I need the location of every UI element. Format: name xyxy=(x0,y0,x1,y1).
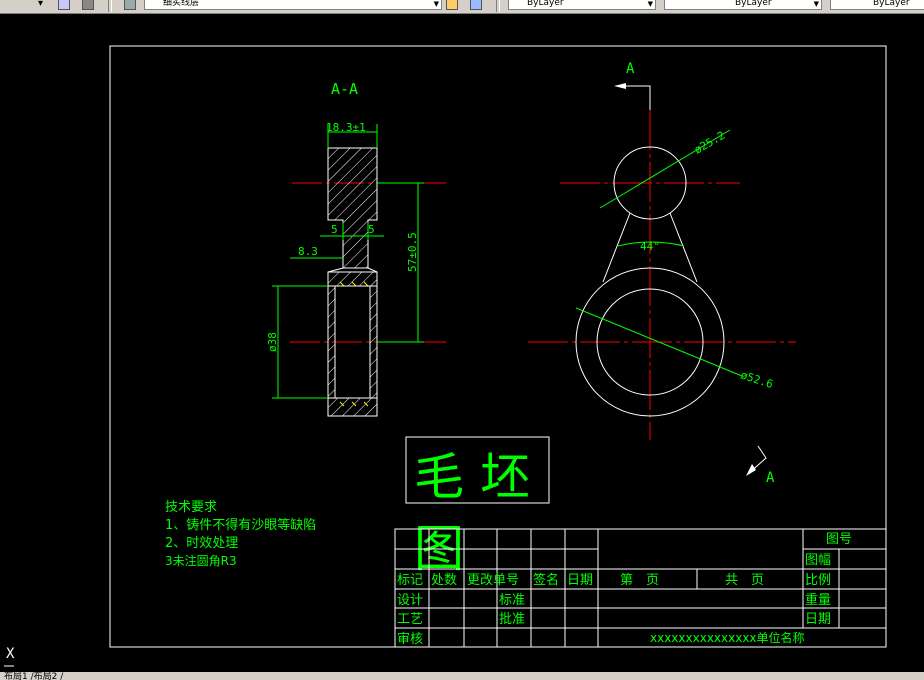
dim-slot-left: 5 xyxy=(331,223,338,236)
tb-total-pages: 共 页 xyxy=(725,573,764,588)
dim-width-top: 18.3±1 xyxy=(326,121,366,134)
dim-center-distance: 57±0.5 xyxy=(406,232,419,272)
lower-wall-left xyxy=(327,285,336,399)
tb-process: 工艺 xyxy=(397,612,423,627)
layout-tabs-bar: 布局1 /布局2 / xyxy=(0,672,924,680)
tb-unit-name: xxxxxxxxxxxxxxx单位名称 xyxy=(650,630,805,645)
lower-top-flange xyxy=(327,271,378,287)
web-section xyxy=(342,235,369,269)
tb-change-doc: 更改单号 xyxy=(467,573,519,588)
dim-angle: 44° xyxy=(640,240,660,253)
tb-mark: 标记 xyxy=(397,573,423,588)
hatch-markers xyxy=(339,281,369,407)
dim-depth: 8.3 xyxy=(298,245,318,258)
tb-standard: 标准 xyxy=(499,593,525,608)
lower-wall-right xyxy=(369,285,378,399)
tb-design: 设计 xyxy=(397,593,423,608)
tech-req-item-3: 3未注圆角R3 xyxy=(165,553,237,568)
dim-large-diameter: ø52.6 xyxy=(739,368,775,391)
tb-date: 日期 xyxy=(805,612,831,627)
section-label: A-A xyxy=(331,80,358,98)
tb-count: 处数 xyxy=(431,573,457,588)
tech-req-heading: 技术要求 xyxy=(165,500,217,515)
drawing-canvas[interactable]: A-A 18.3±1 5 5 8.3 57±0.5 ø38 A ø25.2 44… xyxy=(0,0,924,680)
tb-review: 审核 xyxy=(397,632,423,647)
title-block-grid xyxy=(394,528,887,648)
tb-approve: 批准 xyxy=(499,612,525,627)
lower-bottom-flange xyxy=(327,397,378,417)
dimension-lines-front xyxy=(575,129,743,377)
view-label-arrow: A xyxy=(766,470,775,486)
tb-format: 图幅 xyxy=(805,553,831,568)
view-arrow-top xyxy=(622,85,651,110)
tb-page-no: 第 页 xyxy=(620,573,659,588)
view-label-top: A xyxy=(626,61,635,77)
tb-date2: 日期 xyxy=(567,573,593,588)
tech-req-item-1: 1、铸件不得有沙眼等缺陷 xyxy=(165,517,316,533)
tb-drawing-no: 图号 xyxy=(826,532,852,547)
big-title-line1: 毛坯 xyxy=(414,448,530,506)
view-arrowhead-top xyxy=(614,83,626,89)
ucs-icon: X xyxy=(6,646,15,662)
layout-tabs[interactable]: 布局1 /布局2 / xyxy=(4,672,63,680)
dim-slot-right: 5 xyxy=(368,223,375,236)
dim-small-diameter: ø25.2 xyxy=(692,129,727,157)
tb-scale: 比例 xyxy=(805,573,831,588)
section-arrowhead xyxy=(746,464,756,476)
dim-bore-diameter: ø38 xyxy=(266,332,279,352)
tb-sign: 签名 xyxy=(533,572,559,588)
tech-req-item-2: 2、时效处理 xyxy=(165,536,238,551)
tb-weight: 重量 xyxy=(805,592,831,608)
